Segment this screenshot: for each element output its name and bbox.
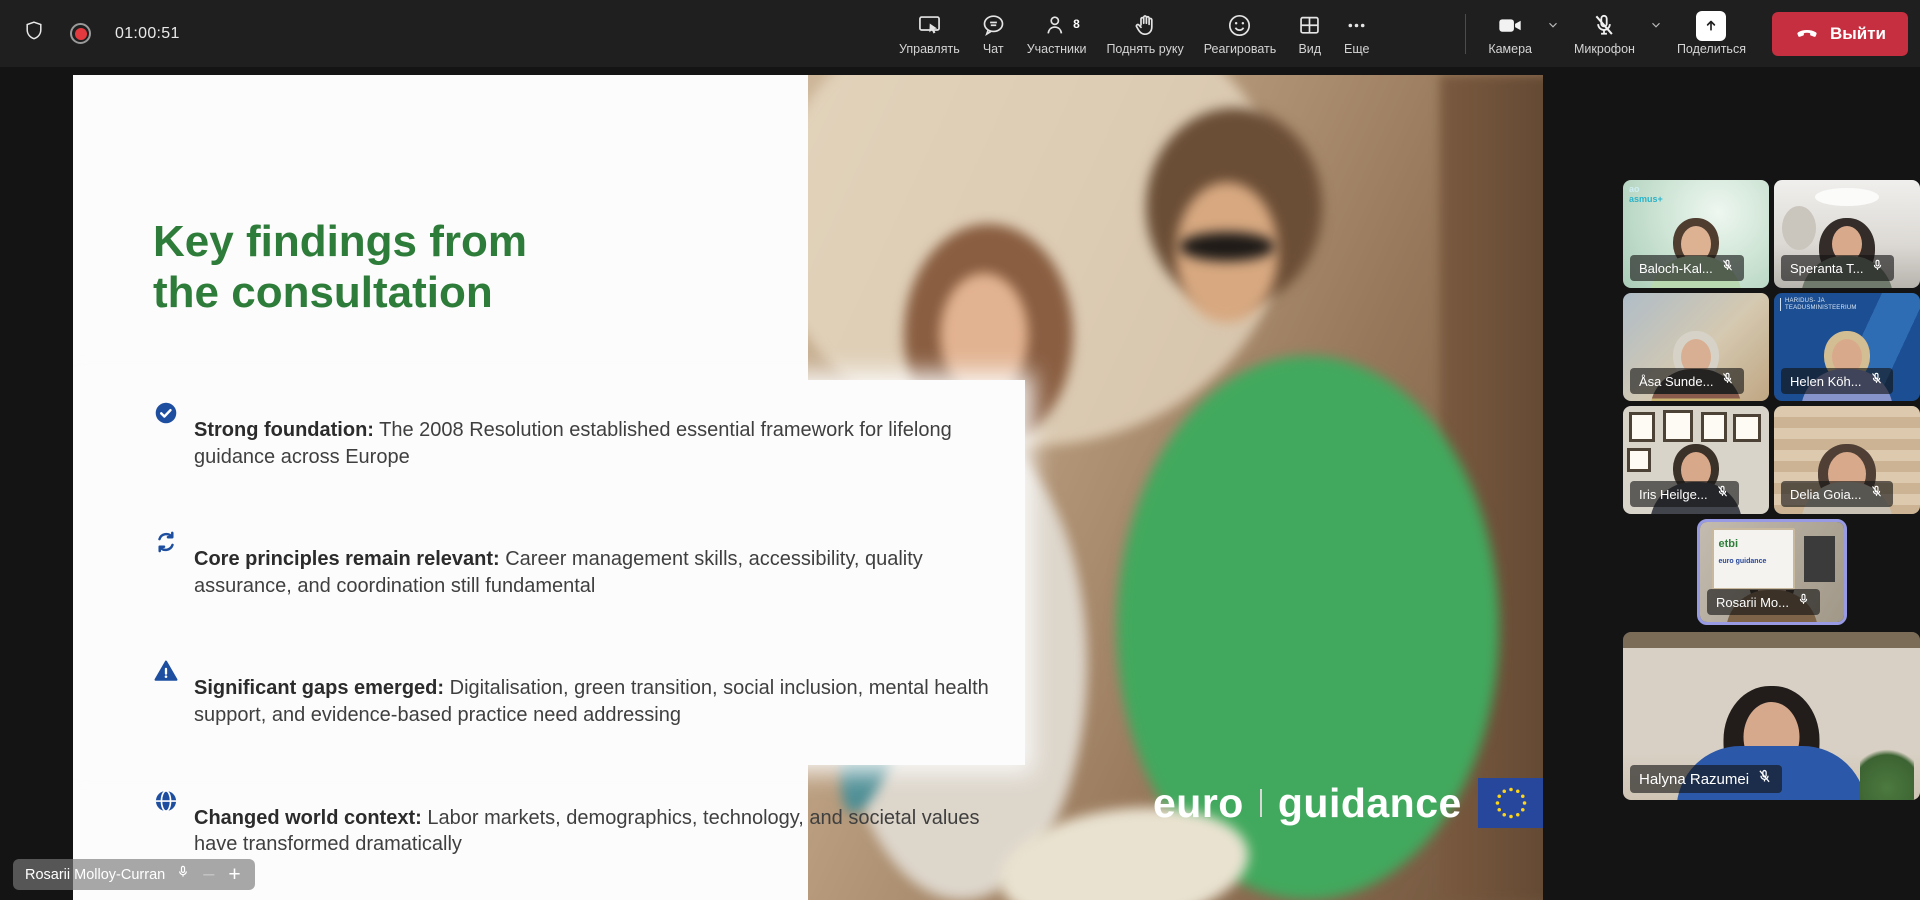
erasmus-backdrop-text: ao asmus+ <box>1629 185 1663 205</box>
participant-tile-halyna[interactable]: Halyna Razumei <box>1623 632 1920 800</box>
presenter-name-pill: Rosarii Molloy-Curran – + <box>13 859 255 890</box>
camera-options-chevron-icon[interactable] <box>1544 16 1562 37</box>
presenter-name: Rosarii Molloy-Curran <box>25 867 165 883</box>
mic-muted-icon <box>1756 768 1773 790</box>
logo-divider <box>1260 789 1262 817</box>
bullet-significant-gaps: Significant gaps emerged: Digitalisation… <box>153 655 998 748</box>
hang-up-icon <box>1794 19 1820 48</box>
check-circle-icon <box>153 397 179 490</box>
camera-button[interactable]: Камера <box>1482 8 1538 60</box>
participant-tile-asa[interactable]: Åsa Sunde... <box>1623 293 1769 401</box>
more-ellipsis-icon <box>1343 12 1370 40</box>
participant-tile-speranta[interactable]: Speranta T... <box>1774 180 1920 288</box>
mic-on-icon <box>1796 592 1811 612</box>
raise-hand-button[interactable]: Поднять руку <box>1100 8 1189 60</box>
picture-frames <box>1623 406 1769 471</box>
recording-indicator-icon <box>70 23 91 44</box>
zoom-out-button[interactable]: – <box>201 863 216 886</box>
photo-woman-face <box>940 273 1028 397</box>
eu-flag-icon <box>1478 778 1543 828</box>
people-icon: 8 <box>1043 12 1070 40</box>
participant-name-pill: Speranta T... <box>1781 255 1894 281</box>
more-button[interactable]: Еще <box>1337 8 1376 60</box>
share-button[interactable]: Поделиться <box>1671 8 1752 60</box>
mic-on-icon <box>1870 258 1885 278</box>
ceiling-lamp <box>1815 188 1879 206</box>
share-icon <box>1696 12 1726 40</box>
photo-man-glasses <box>1179 232 1275 261</box>
microphone-button[interactable]: Микрофон <box>1568 8 1641 60</box>
mic-muted-icon <box>1720 258 1735 278</box>
toolbar-left-group: 01:00:51 <box>22 0 180 67</box>
participant-name-pill: Helen Köh... <box>1781 368 1893 394</box>
zoom-in-button[interactable]: + <box>226 863 242 887</box>
chat-button[interactable]: Чат <box>974 8 1013 60</box>
ministry-backdrop-text: Haridus- ja Teadusministeerium <box>1780 298 1857 311</box>
bullet-changed-world: Changed world context: Labor markets, de… <box>153 785 998 878</box>
manage-button[interactable]: Управлять <box>893 8 966 60</box>
mic-muted-icon <box>1869 484 1884 504</box>
leave-button[interactable]: Выйти <box>1772 12 1908 56</box>
meeting-timer: 01:00:51 <box>115 25 180 43</box>
meeting-stage: Key findings from the consultation Stron… <box>0 67 1920 900</box>
mic-muted-icon <box>1720 371 1735 391</box>
refresh-icon <box>153 526 179 619</box>
slide-title: Key findings from the consultation <box>153 217 527 318</box>
react-button[interactable]: Реагировать <box>1198 8 1283 60</box>
participant-tile-helen[interactable]: Haridus- ja Teadusministeerium Helen Köh… <box>1774 293 1920 401</box>
participant-tile-delia[interactable]: Delia Goia... <box>1774 406 1920 514</box>
toolbar-right-group: Камера Микрофон Поделиться <box>1465 0 1908 67</box>
participant-name-pill: Baloch-Kal... <box>1630 255 1744 281</box>
whiteboard-backdrop: etbi euro guidance <box>1712 528 1796 590</box>
camera-icon <box>1495 12 1525 40</box>
participant-tile-baloch[interactable]: ao asmus+ Baloch-Kal... <box>1623 180 1769 288</box>
participant-name-pill: Åsa Sunde... <box>1630 368 1744 394</box>
mic-muted-icon <box>1869 371 1884 391</box>
view-grid-icon <box>1296 12 1323 40</box>
participant-name-pill: Iris Heilge... <box>1630 481 1739 507</box>
participant-tile-iris[interactable]: Iris Heilge... <box>1623 406 1769 514</box>
microphone-options-chevron-icon[interactable] <box>1647 16 1665 37</box>
participant-name-pill: Halyna Razumei <box>1630 765 1782 793</box>
participants-count-badge: 8 <box>1073 17 1080 31</box>
shield-icon <box>22 19 46 48</box>
screen-control-icon <box>916 12 943 40</box>
raise-hand-icon <box>1132 12 1159 40</box>
meeting-window: 01:00:51 Управлять Чат 8 Участник <box>0 0 1920 900</box>
toolbar-divider <box>1465 14 1466 54</box>
microphone-muted-icon <box>1590 12 1618 40</box>
office-monitor <box>1804 536 1836 582</box>
participant-name-pill: Delia Goia... <box>1781 481 1893 507</box>
view-button[interactable]: Вид <box>1290 8 1329 60</box>
chat-icon <box>980 12 1007 40</box>
slide-bullet-list: Strong foundation: The 2008 Resolution e… <box>153 397 998 900</box>
wall-mirror <box>1782 206 1816 250</box>
mic-muted-icon <box>1715 484 1730 504</box>
bullet-core-principles: Core principles remain relevant: Career … <box>153 526 998 619</box>
toolbar-center-group: Управлять Чат 8 Участники Поднять рук <box>893 0 1376 67</box>
plant-decor <box>1860 740 1914 800</box>
shared-screen-slide: Key findings from the consultation Stron… <box>73 75 1543 900</box>
participants-button[interactable]: 8 Участники <box>1021 8 1093 60</box>
euroguidance-logo: euro guidance <box>1153 778 1543 828</box>
participant-name-pill: Rosarii Mo... <box>1707 589 1820 615</box>
bullet-strong-foundation: Strong foundation: The 2008 Resolution e… <box>153 397 998 490</box>
react-smiley-icon <box>1226 12 1253 40</box>
mic-on-icon <box>175 864 191 885</box>
participant-tile-rosarii-active-speaker[interactable]: etbi euro guidance Rosarii Mo... <box>1697 519 1847 625</box>
meeting-toolbar: 01:00:51 Управлять Чат 8 Участник <box>0 0 1920 67</box>
warning-triangle-icon <box>153 655 179 748</box>
